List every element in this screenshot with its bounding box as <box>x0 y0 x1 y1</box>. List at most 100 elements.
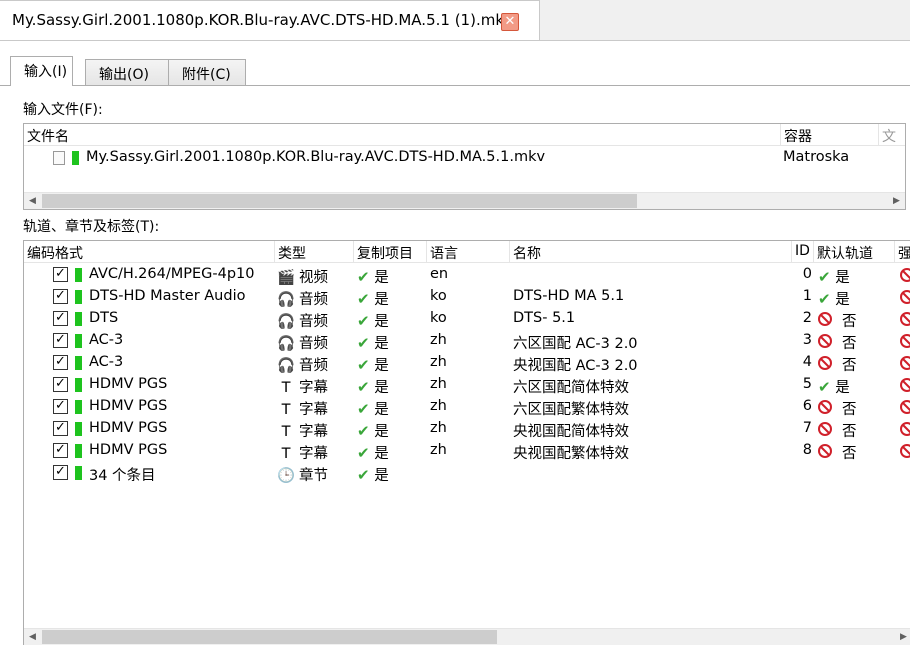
track-status-marker <box>75 290 82 304</box>
track-language: ko <box>430 310 447 326</box>
track-id: 3 <box>802 332 812 348</box>
input-files-label: 输入文件(F): <box>23 102 103 118</box>
forced-no-icon <box>900 422 910 436</box>
check-icon: ✔ <box>357 378 370 396</box>
track-copy: 是 <box>374 402 389 418</box>
check-icon: ✔ <box>357 312 370 330</box>
scroll-right-button[interactable]: ▶ <box>895 629 910 645</box>
tab-input[interactable]: 输入(I) <box>10 56 73 86</box>
file-status-marker <box>72 151 79 165</box>
column-header-default[interactable]: 默认轨道 <box>814 241 895 263</box>
track-row[interactable]: ✓ AC-3 🎧 音频 ✔ 是 zh 六区国配 AC-3 2.0 3 否 <box>24 330 910 352</box>
forced-no-icon <box>900 378 910 392</box>
track-language: en <box>430 266 449 282</box>
forced-no-icon <box>900 290 910 304</box>
check-icon: ✔ <box>818 290 831 308</box>
track-row[interactable]: ✓ HDMV PGS T 字幕 ✔ 是 zh 六区国配繁体特效 6 否 <box>24 396 910 418</box>
subtitle-icon: T <box>281 380 291 396</box>
track-id: 5 <box>802 376 812 392</box>
video-icon: 🎬 <box>277 270 296 286</box>
track-row[interactable]: ✓ 34 个条目 🕒 章节 ✔ 是 <box>24 462 910 484</box>
tab-attachments[interactable]: 附件(C) <box>168 59 246 86</box>
track-enabled-checkbox[interactable]: ✓ <box>53 311 68 326</box>
track-name: 六区国配 AC-3 2.0 <box>513 336 638 352</box>
column-header-id[interactable]: ID <box>792 241 814 263</box>
scroll-thumb[interactable] <box>42 630 497 644</box>
column-header-filename[interactable]: 文件名 <box>24 124 781 146</box>
subtitle-icon: T <box>281 402 291 418</box>
tracks-header: 编码格式 类型 复制项目 语言 名称 ID 默认轨道 强 <box>24 241 910 263</box>
close-tab-icon[interactable]: ✕ <box>501 13 519 31</box>
track-type: 字幕 <box>299 446 328 462</box>
track-row[interactable]: ✓ HDMV PGS T 字幕 ✔ 是 zh 央视国配繁体特效 8 否 <box>24 440 910 462</box>
check-icon: ✔ <box>818 378 831 396</box>
track-enabled-checkbox[interactable]: ✓ <box>53 289 68 304</box>
scroll-left-button[interactable]: ◀ <box>24 629 41 645</box>
no-icon <box>818 444 832 458</box>
track-status-marker <box>75 378 82 392</box>
scroll-right-button[interactable]: ▶ <box>888 193 905 209</box>
forced-no-icon <box>900 312 910 326</box>
file-icon <box>53 151 65 165</box>
track-type: 字幕 <box>299 380 328 396</box>
track-enabled-checkbox[interactable]: ✓ <box>53 399 68 414</box>
track-codec: DTS <box>89 310 119 326</box>
column-header-more[interactable]: 文 <box>879 124 905 146</box>
track-language: zh <box>430 398 447 414</box>
scroll-thumb[interactable] <box>42 194 637 208</box>
track-enabled-checkbox[interactable]: ✓ <box>53 355 68 370</box>
track-row[interactable]: ✓ AC-3 🎧 音频 ✔ 是 zh 央视国配 AC-3 2.0 4 否 <box>24 352 910 374</box>
tab-output[interactable]: 输出(O) <box>85 59 171 86</box>
track-id: 7 <box>802 420 812 436</box>
track-enabled-checkbox[interactable]: ✓ <box>53 421 68 436</box>
track-row[interactable]: ✓ DTS 🎧 音频 ✔ 是 ko DTS- 5.1 2 否 <box>24 308 910 330</box>
track-codec: 34 个条目 <box>89 468 156 484</box>
track-enabled-checkbox[interactable]: ✓ <box>53 465 68 480</box>
document-tab-title: My.Sassy.Girl.2001.1080p.KOR.Blu-ray.AVC… <box>12 11 513 29</box>
track-copy: 是 <box>374 336 389 352</box>
tracks-hscrollbar[interactable]: ◀ ▶ <box>24 628 910 645</box>
track-id: 4 <box>802 354 812 370</box>
tracks-label: 轨道、章节及标签(T): <box>23 219 160 235</box>
track-row[interactable]: ✓ AVC/H.264/MPEG-4p10 🎬 视频 ✔ 是 en 0 ✔ 是 <box>24 264 910 286</box>
track-type: 音频 <box>299 292 328 308</box>
column-header-name[interactable]: 名称 <box>510 241 792 263</box>
column-header-forced[interactable]: 强 <box>895 241 910 263</box>
track-codec: HDMV PGS <box>89 442 168 458</box>
track-enabled-checkbox[interactable]: ✓ <box>53 377 68 392</box>
input-files-header: 文件名 容器 文 <box>24 124 905 146</box>
audio-icon: 🎧 <box>277 358 296 374</box>
track-type: 视频 <box>299 270 328 286</box>
track-copy: 是 <box>374 314 389 330</box>
column-header-copy[interactable]: 复制项目 <box>354 241 427 263</box>
scroll-left-button[interactable]: ◀ <box>24 193 41 209</box>
track-enabled-checkbox[interactable]: ✓ <box>53 443 68 458</box>
column-header-language[interactable]: 语言 <box>427 241 510 263</box>
track-row[interactable]: ✓ HDMV PGS T 字幕 ✔ 是 zh 六区国配简体特效 5 ✔ 是 <box>24 374 910 396</box>
check-icon: ✔ <box>357 268 370 286</box>
input-file-row[interactable]: My.Sassy.Girl.2001.1080p.KOR.Blu-ray.AVC… <box>24 147 905 169</box>
track-status-marker <box>75 268 82 282</box>
column-header-container[interactable]: 容器 <box>781 124 879 146</box>
track-copy: 是 <box>374 292 389 308</box>
column-header-type[interactable]: 类型 <box>275 241 354 263</box>
input-files-list[interactable]: 文件名 容器 文 My.Sassy.Girl.2001.1080p.KOR.Bl… <box>23 123 906 210</box>
track-id <box>792 462 812 484</box>
track-status-marker <box>75 356 82 370</box>
column-header-codec[interactable]: 编码格式 <box>24 241 275 263</box>
track-row[interactable]: ✓ DTS-HD Master Audio 🎧 音频 ✔ 是 ko DTS-HD MA 5.… <box>24 286 910 308</box>
input-files-hscrollbar[interactable]: ◀ ▶ <box>24 192 905 209</box>
forced-no-icon <box>900 334 910 348</box>
document-tab[interactable]: My.Sassy.Girl.2001.1080p.KOR.Blu-ray.AVC… <box>0 0 540 41</box>
track-copy: 是 <box>374 424 389 440</box>
track-copy: 是 <box>374 468 389 484</box>
track-id: 8 <box>802 442 812 458</box>
check-icon: ✔ <box>357 334 370 352</box>
track-status-marker <box>75 422 82 436</box>
track-enabled-checkbox[interactable]: ✓ <box>53 267 68 282</box>
tracks-list[interactable]: 编码格式 类型 复制项目 语言 名称 ID 默认轨道 强 ✓ AVC/H.264/… <box>23 240 910 645</box>
track-type: 字幕 <box>299 424 328 440</box>
track-row[interactable]: ✓ HDMV PGS T 字幕 ✔ 是 zh 央视国配简体特效 7 否 <box>24 418 910 440</box>
track-enabled-checkbox[interactable]: ✓ <box>53 333 68 348</box>
track-language: ko <box>430 288 447 304</box>
